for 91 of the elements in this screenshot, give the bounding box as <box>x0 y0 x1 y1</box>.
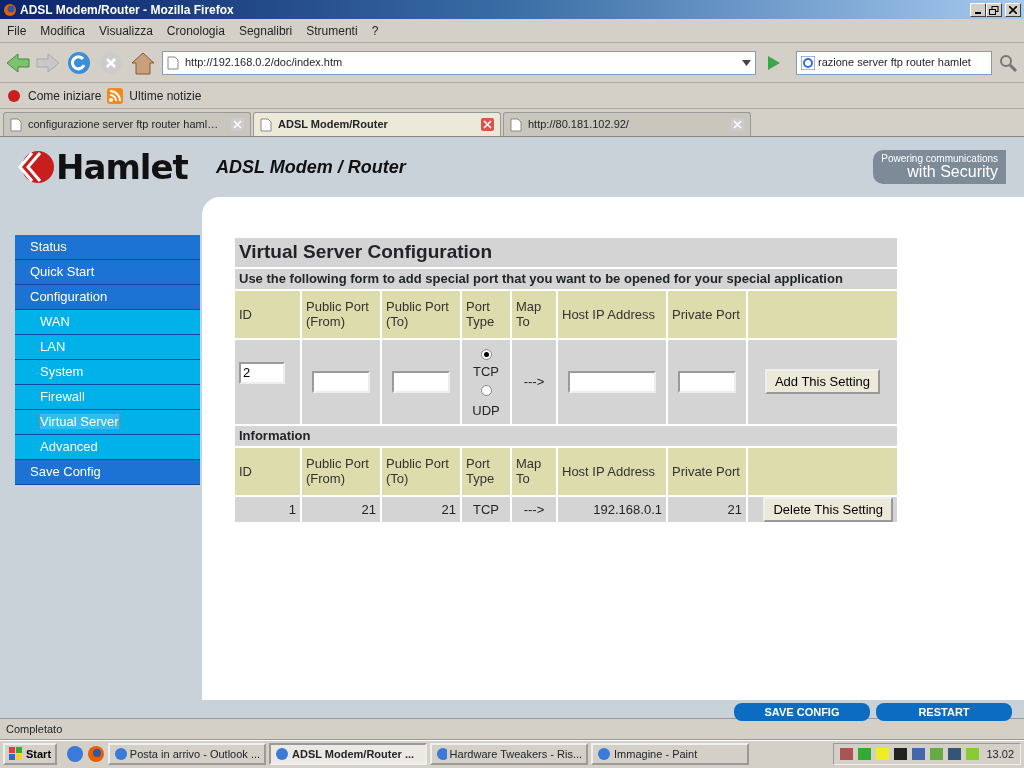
back-arrow-icon[interactable] <box>6 51 30 74</box>
bookmark-link[interactable]: Come iniziare <box>28 86 102 105</box>
column-header: ID <box>234 289 301 339</box>
table-cell: 21 <box>381 495 461 523</box>
menu-item[interactable]: File <box>0 21 34 40</box>
bookmark-link[interactable]: Ultime notizie <box>129 86 202 105</box>
close-icon <box>1009 6 1017 15</box>
section-title: Information <box>234 424 898 447</box>
close-tab-icon[interactable] <box>231 118 244 131</box>
add-setting-button[interactable]: Add This Setting <box>764 368 881 395</box>
table-cell: 1 <box>234 495 301 523</box>
page-header: ADSL Modem / Router <box>216 155 406 179</box>
form-description: Use the following form to add special port that you want to be opened for your special application <box>234 267 898 290</box>
reload-icon[interactable] <box>66 49 92 76</box>
column-header: Private Port <box>667 289 747 339</box>
minimize-button[interactable] <box>970 2 986 17</box>
taskbar-item[interactable]: Immagine - Paint <box>591 743 750 765</box>
browser-logo-icon <box>3 2 17 17</box>
host-ip-field[interactable] <box>568 370 656 393</box>
menu-item[interactable]: ? <box>364 21 386 40</box>
clock-text: 13.02 <box>986 746 1014 762</box>
radio-button[interactable] <box>480 384 492 396</box>
page-icon <box>167 55 179 70</box>
close-tab-icon[interactable] <box>481 118 494 131</box>
address-field[interactable]: http://192.168.0.2/doc/index.htm <box>162 50 756 75</box>
column-header: Port Type <box>461 446 511 496</box>
port-field[interactable] <box>312 370 370 393</box>
delete-setting-button[interactable]: Delete This Setting <box>763 496 893 522</box>
taskbar-item[interactable]: Hardware Tweakers - Ris... <box>430 743 589 765</box>
window-title: ADSL Modem/Router - Mozilla Firefox <box>20 1 234 19</box>
taskbar-item[interactable]: Posta in arrivo - Outlook ... <box>108 743 267 765</box>
tagline: with Security <box>907 164 998 180</box>
page-icon <box>260 117 272 132</box>
radio-button[interactable] <box>480 348 492 360</box>
browser-tab[interactable]: ADSL Modem/Router <box>253 112 501 136</box>
app-icon <box>436 747 447 761</box>
close-tab-icon[interactable] <box>731 118 744 131</box>
search-icon[interactable] <box>998 52 1018 73</box>
column-header: Public Port (To) <box>381 446 461 496</box>
page-button[interactable]: SAVE CONFIG <box>734 703 870 721</box>
column-header: Host IP Address <box>557 289 667 339</box>
menu-item[interactable]: Strumenti <box>299 21 365 40</box>
page-icon <box>510 117 522 132</box>
browser-quick-launch-icon[interactable] <box>66 745 85 763</box>
feed-icon[interactable] <box>107 87 124 104</box>
status-text: Completato <box>6 721 63 737</box>
start-button[interactable]: Start <box>3 743 58 765</box>
radio-label: TCP <box>472 363 500 381</box>
stop-icon[interactable] <box>98 49 124 76</box>
column-header: Public Port (From) <box>301 446 381 496</box>
menu-item[interactable]: Visualizza <box>92 21 160 40</box>
dropdown-caret-icon[interactable] <box>742 59 751 66</box>
browser-quick-launch-icon[interactable] <box>87 745 106 763</box>
app-icon <box>114 747 127 761</box>
column-header: ID <box>234 446 301 496</box>
table-cell: 21 <box>667 495 747 523</box>
column-header: Public Port (To) <box>381 289 461 339</box>
menu-item[interactable]: Modifica <box>33 21 93 40</box>
id-field[interactable]: 2 <box>239 361 285 384</box>
column-header: Host IP Address <box>557 446 667 496</box>
restore-icon <box>989 5 999 15</box>
search-engine-icon[interactable] <box>801 55 815 70</box>
radio-label: UDP <box>471 402 501 420</box>
column-header: Map To <box>511 289 557 339</box>
taskbar-item[interactable]: ADSL Modem/Router ... <box>269 743 428 765</box>
search-field[interactable]: razione server ftp router hamlet <box>796 50 992 75</box>
column-header: Private Port <box>667 446 747 496</box>
section-title: Virtual Server Configuration <box>234 237 898 268</box>
page-icon <box>10 117 22 132</box>
map-arrow-text: ---> <box>511 338 557 425</box>
page-button[interactable]: RESTART <box>876 703 1012 721</box>
port-field[interactable] <box>392 370 450 393</box>
bookmark-icon[interactable] <box>6 88 22 103</box>
browser-tab[interactable]: configurazione server ftp router haml… <box>3 112 251 136</box>
windows-flag-icon <box>9 747 23 761</box>
column-header: Public Port (From) <box>301 289 381 339</box>
close-button[interactable] <box>1005 2 1021 17</box>
sidebar-item[interactable]: Status <box>30 239 67 254</box>
table-cell: 21 <box>301 495 381 523</box>
restore-button[interactable] <box>986 2 1002 17</box>
app-icon <box>597 747 612 761</box>
tagline: Powering communications <box>881 154 998 164</box>
column-header: Port Type <box>461 289 511 339</box>
port-field[interactable] <box>678 370 736 393</box>
browser-tab[interactable]: http://80.181.102.92/ <box>503 112 751 136</box>
app-icon <box>275 747 290 761</box>
menu-item[interactable]: Segnalibri <box>231 21 300 40</box>
menu-item[interactable]: Cronologia <box>159 21 232 40</box>
brand-logo: Hamlet <box>18 141 198 193</box>
column-header: Map To <box>511 446 557 496</box>
table-cell: 192.168.0.1 <box>557 495 667 523</box>
